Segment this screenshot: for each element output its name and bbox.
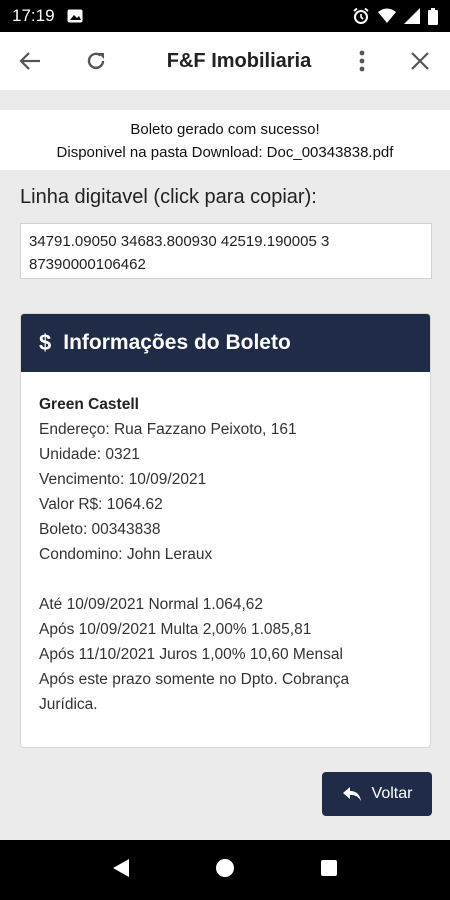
status-time: 17:19 (12, 6, 55, 25)
detail-value: Valor R$: 1064.62 (39, 496, 163, 513)
circle-home-icon (215, 858, 234, 877)
card-header: $ Informações do Boleto (21, 314, 430, 372)
system-nav-bar (0, 840, 450, 900)
card-title: Informações do Boleto (63, 331, 291, 354)
square-recents-icon (320, 859, 337, 876)
linha-digitavel-field[interactable]: 34791.09050 34683.800930 42519.190005 3 … (20, 223, 432, 279)
detail-boleto-number: Boleto: 00343838 (39, 521, 161, 538)
detail-unit: Unidade: 0321 (39, 446, 140, 463)
success-message-line1: Boleto gerado com sucesso! (130, 121, 320, 138)
term-cobranca: Após este prazo somente no Dpto. Cobranç… (39, 671, 350, 713)
nav-recents-button[interactable] (320, 859, 338, 882)
image-notification-icon (67, 9, 83, 23)
success-message: Boleto gerado com sucesso! Disponivel na… (0, 110, 450, 170)
refresh-icon (87, 52, 105, 70)
nav-back-button[interactable] (112, 858, 130, 883)
reply-arrow-icon (342, 787, 361, 801)
linha-digitavel-label: Linha digitavel (click para copiar): (20, 186, 317, 208)
alarm-icon (352, 7, 370, 25)
condominium-name: Green Castell (39, 396, 139, 413)
more-vertical-icon (359, 50, 365, 72)
nav-home-button[interactable] (215, 858, 235, 883)
success-message-line2: Disponivel na pasta Download: Doc_003438… (56, 144, 394, 161)
reload-button[interactable] (72, 37, 120, 85)
triangle-back-icon (113, 858, 130, 877)
close-icon (411, 52, 429, 70)
arrow-left-icon (19, 52, 40, 70)
voltar-button[interactable]: Voltar (322, 772, 432, 816)
wifi-icon (378, 8, 396, 24)
page-title: F&F Imobiliaria (166, 49, 312, 72)
status-bar: 17:19 (0, 0, 450, 32)
back-button[interactable] (6, 37, 54, 85)
term-multa: Após 10/09/2021 Multa 2,00% 1.085,81 (39, 621, 312, 638)
battery-icon (428, 7, 438, 25)
boleto-info-card: $ Informações do Boleto Green Castell En… (20, 313, 431, 748)
term-normal: Até 10/09/2021 Normal 1.064,62 (39, 596, 264, 613)
signal-icon (404, 8, 420, 24)
more-options-button[interactable] (338, 37, 386, 85)
detail-condomino: Condomino: John Leraux (39, 546, 213, 563)
voltar-label: Voltar (371, 785, 413, 802)
card-body: Green Castell Endereço: Rua Fazzano Peix… (21, 372, 430, 737)
main-content: Boleto gerado com sucesso! Disponivel na… (0, 90, 450, 840)
detail-due-date: Vencimento: 10/09/2021 (39, 471, 207, 488)
detail-address: Endereço: Rua Fazzano Peixoto, 161 (39, 421, 297, 438)
close-button[interactable] (396, 37, 444, 85)
term-juros: Após 11/10/2021 Juros 1,00% 10,60 Mensal (39, 646, 343, 663)
app-toolbar: F&F Imobiliaria (0, 32, 450, 90)
dollar-icon: $ (39, 330, 52, 355)
